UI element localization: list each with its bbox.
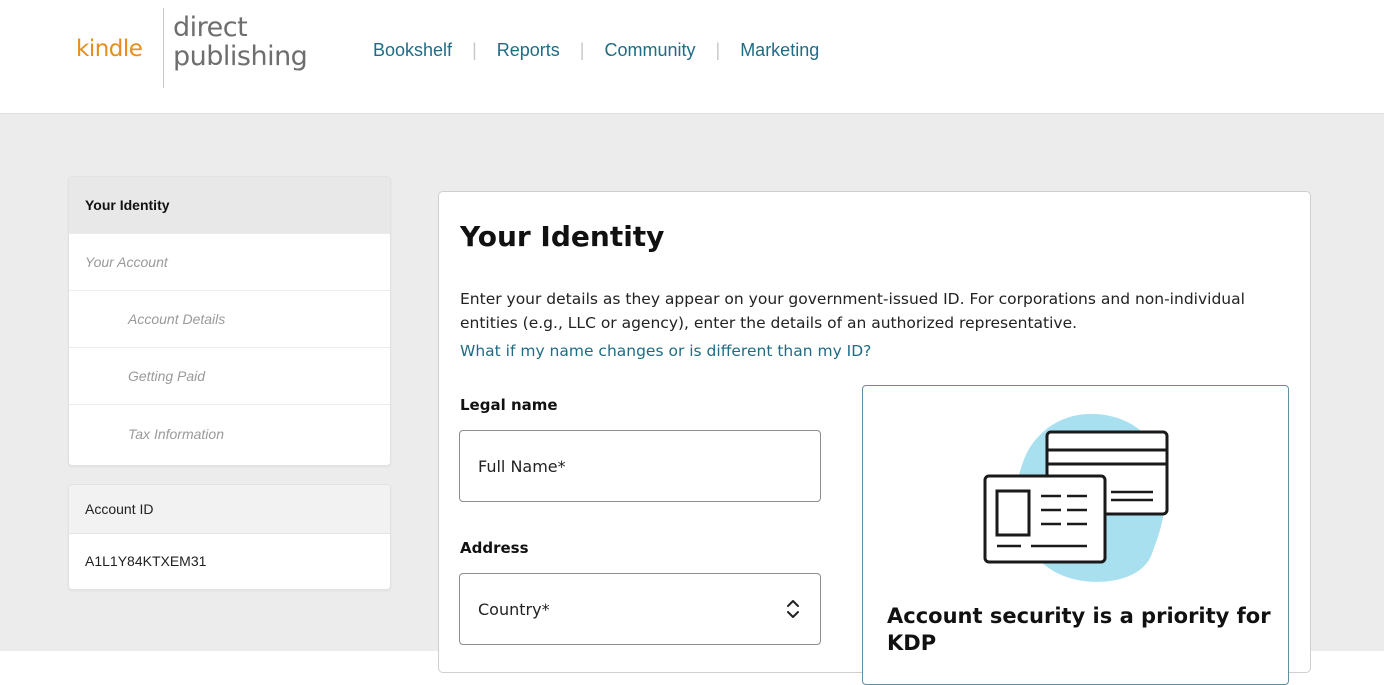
account-id-label: Account ID [69,485,390,534]
logo-divider [163,8,164,88]
sidebar-item-your-account: Your Account [69,234,390,291]
country-select[interactable]: Country* [459,573,821,645]
sidebar-item-tax-information[interactable]: Tax Information [69,405,390,462]
logo-publishing-text: publishing [173,41,308,72]
legal-name-label: Legal name [460,396,558,414]
main-nav: Bookshelf | Reports | Community | Market… [373,40,819,61]
full-name-input[interactable]: Full Name* [459,430,821,502]
sidebar-item-your-identity[interactable]: Your Identity [69,177,390,234]
name-change-help-link[interactable]: What if my name changes or is different … [460,342,871,360]
logo-kindle-text: kindle [76,36,143,62]
nav-reports[interactable]: Reports [497,40,560,61]
sidebar-item-account-details[interactable]: Account Details [69,291,390,348]
select-chevron-icon [787,600,799,618]
address-label: Address [460,539,529,557]
nav-marketing[interactable]: Marketing [740,40,819,61]
page-title: Your Identity [460,220,665,253]
nav-community[interactable]: Community [604,40,695,61]
sidebar-nav: Your Identity Your Account Account Detai… [68,176,391,466]
account-security-card: Account security is a priority for KDP [862,385,1289,685]
account-id-value: A1L1Y84KTXEM31 [85,553,207,569]
identity-form-card: Your Identity Enter your details as they… [438,191,1311,685]
sidebar-item-getting-paid[interactable]: Getting Paid [69,348,390,405]
id-card-illustration-icon [983,413,1169,582]
nav-separator: | [579,40,585,60]
top-header: kindle direct publishing Bookshelf | Rep… [0,0,1384,114]
security-heading: Account security is a priority for KDP [887,604,1271,655]
country-placeholder: Country* [478,599,550,619]
nav-bookshelf[interactable]: Bookshelf [373,40,452,61]
account-id-card: Account ID A1L1Y84KTXEM31 [68,484,391,590]
logo-direct-text: direct [173,12,248,43]
full-name-placeholder: Full Name* [478,456,566,476]
nav-separator: | [715,40,721,60]
nav-separator: | [472,40,477,60]
identity-description: Enter your details as they appear on you… [460,290,1245,332]
